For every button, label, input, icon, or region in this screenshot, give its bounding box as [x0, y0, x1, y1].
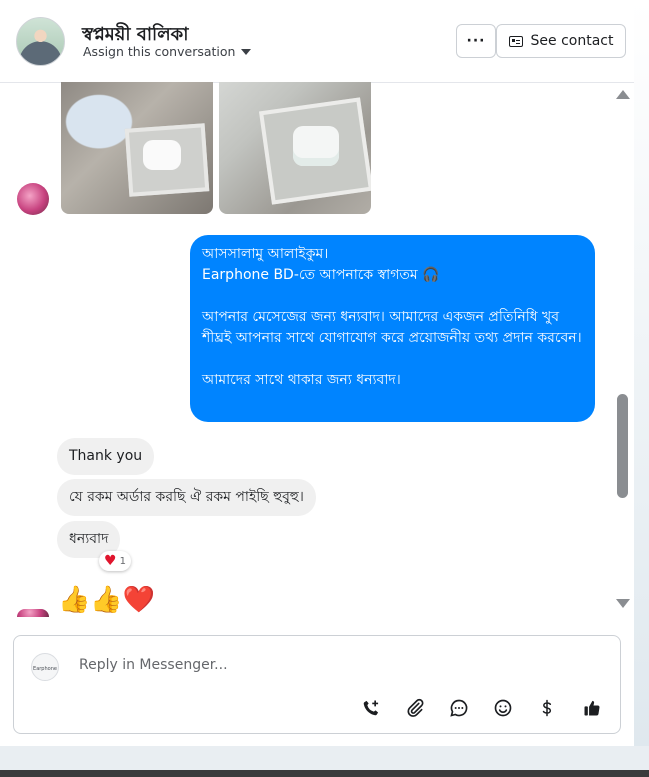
see-contact-label: See contact	[530, 33, 614, 49]
conversation-header: স্বপ্নময়ী বালিকা Assign this conversati…	[0, 0, 634, 83]
scroll-down-icon[interactable]	[616, 599, 630, 608]
heart-icon: ♥	[104, 553, 117, 569]
more-options-button[interactable]: ···	[456, 24, 496, 58]
dollar-icon[interactable]	[535, 696, 559, 720]
sender-avatar	[17, 183, 49, 215]
emoji-message[interactable]: 👍👍❤️	[58, 585, 155, 615]
incoming-message[interactable]: Thank you	[57, 438, 155, 475]
taskbar-edge	[0, 770, 649, 777]
id-card-icon	[508, 35, 523, 47]
reply-composer: Earphone BD	[13, 635, 621, 734]
message-scrollbar[interactable]	[615, 86, 631, 614]
attachment-photo-1[interactable]	[61, 82, 213, 214]
reaction-count: 1	[119, 555, 126, 567]
message-reaction[interactable]: ♥ 1	[99, 551, 131, 571]
window-edge	[634, 0, 649, 746]
assign-label: Assign this conversation	[83, 44, 236, 59]
conversation-panel: স্বপ্নময়ী বালিকা Assign this conversati…	[0, 0, 634, 746]
emoji-icon[interactable]	[491, 696, 515, 720]
incoming-message[interactable]: যে রকম অর্ডার করছি ঐ রকম পাইছি হুবুহু।	[57, 479, 316, 516]
assign-conversation-dropdown[interactable]: Assign this conversation	[83, 44, 252, 59]
attachment-photo-2[interactable]	[219, 82, 371, 214]
reply-input[interactable]	[79, 657, 479, 673]
outgoing-message[interactable]: আসসালামু আলাইকুম। Earphone BD-তে আপনাকে …	[190, 235, 595, 422]
thumbs-up-icon[interactable]	[580, 696, 604, 720]
page-logo: Earphone BD	[31, 653, 59, 681]
contact-avatar[interactable]	[16, 17, 65, 66]
paperclip-icon[interactable]	[403, 696, 427, 720]
saved-reply-icon[interactable]	[447, 696, 471, 720]
scrollbar-thumb[interactable]	[617, 394, 628, 498]
see-contact-button[interactable]: See contact	[496, 24, 626, 58]
chevron-down-icon	[241, 48, 252, 55]
call-add-icon[interactable]	[359, 696, 383, 720]
scroll-up-icon[interactable]	[616, 90, 630, 99]
sender-avatar	[17, 609, 49, 617]
